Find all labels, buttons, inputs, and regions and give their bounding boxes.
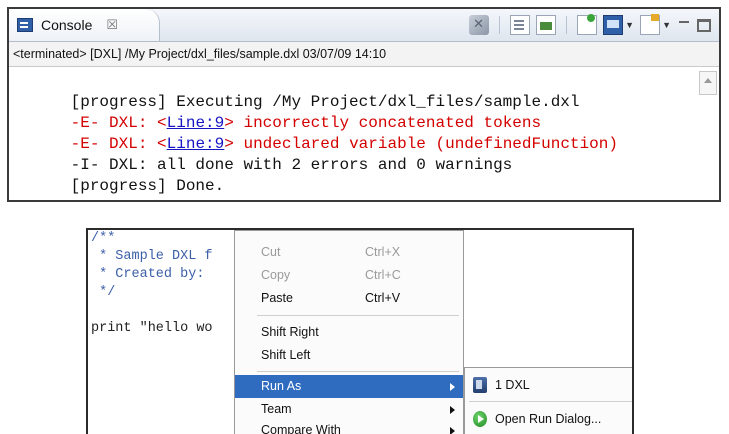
chevron-down-icon[interactable]: ▼ [625,20,634,30]
bracket: > [224,113,234,132]
remove-launch-icon[interactable] [469,15,490,35]
pin-console-icon[interactable] [577,14,598,35]
menu-item-shortcut: Ctrl+C [365,268,401,282]
display-console-icon[interactable] [603,15,624,35]
console-line-text: -E- DXL: [70,113,158,132]
submenu-item-label: 1 DXL [495,378,530,392]
console-description: <terminated> [DXL] /My Project/dxl_files… [9,42,719,67]
console-tab-label: Console [41,17,93,33]
menu-separator [257,371,459,372]
code-line: * Created by: [91,267,205,282]
context-menu: Cut Ctrl+X Copy Ctrl+C Paste Ctrl+V Shif… [234,230,464,434]
menu-item-shift-right[interactable]: Shift Right [235,321,463,344]
menu-item-shift-left[interactable]: Shift Left [235,344,463,367]
console-output[interactable]: [progress] Executing /My Project/dxl_fil… [9,67,719,200]
chevron-down-icon[interactable]: ▼ [662,20,671,30]
submenu-item-dxl[interactable]: 1 DXL [465,372,632,398]
scrollbar[interactable] [699,71,717,95]
line-link[interactable]: Line:9 [167,135,225,153]
dxl-editor[interactable]: /** * Sample DXL f * Created by: */ prin… [86,228,634,434]
console-icon [17,18,33,32]
close-icon[interactable]: ☒ [106,17,118,33]
code-line: print "hello wo [91,321,213,336]
code-area[interactable]: /** * Sample DXL f * Created by: */ prin… [91,230,213,338]
scroll-lock-icon[interactable] [536,15,557,35]
menu-item-label: Paste [261,291,293,305]
bracket: < [157,134,167,153]
console-line: [progress] Executing /My Project/dxl_fil… [13,71,719,111]
console-line-text: undeclared variable (undefinedFunction) [233,134,618,153]
bracket: < [157,113,167,132]
console-line-text: -I- DXL: all done with 2 errors and 0 wa… [70,155,513,174]
maximize-icon[interactable] [697,18,711,32]
run-icon [473,411,487,427]
toolbar-separator [499,16,501,34]
dxl-file-icon [473,377,487,393]
menu-item-label: Copy [261,268,291,282]
line-link[interactable]: Line:9 [167,114,225,132]
console-line-text: -E- DXL: [70,134,158,153]
submenu-item-label: Open Run Dialog... [495,412,602,426]
console-tab-bar: Console ☒ ▼ ▼ [9,9,719,42]
menu-item-label: Team [261,402,292,416]
console-line-text: incorrectly concatenated tokens [233,113,542,132]
menu-separator [469,401,632,402]
menu-item-shortcut: Ctrl+V [365,291,401,305]
menu-item-label: Shift Left [261,348,311,362]
bracket: > [224,134,234,153]
menu-item-team[interactable]: Team [235,398,463,421]
console-line-text: [progress] Done. [70,176,225,195]
submenu-arrow-icon [450,383,455,391]
menu-item-compare-with[interactable]: Compare With [235,419,463,434]
menu-separator [257,315,459,316]
menu-item-label: Compare With [261,423,341,434]
console-line-text: [progress] Executing /My Project/dxl_fil… [70,92,580,111]
menu-item-run-as[interactable]: Run As [235,375,463,398]
menu-item-label: Cut [261,245,281,259]
menu-item-paste[interactable]: Paste Ctrl+V [235,287,463,310]
menu-item-cut[interactable]: Cut Ctrl+X [235,241,463,264]
code-line: /** [91,231,116,246]
minimize-icon[interactable] [677,15,691,35]
menu-item-label: Run As [261,379,302,393]
submenu-item-open-run-dialog[interactable]: Open Run Dialog... [465,406,632,432]
clear-console-icon[interactable] [510,15,531,35]
code-line: * Sample DXL f [91,249,213,264]
console-view: Console ☒ ▼ ▼ <terminated> [DXL] /My Pro… [7,7,721,202]
menu-item-shortcut: Ctrl+X [365,245,401,259]
console-tab[interactable]: Console ☒ [9,9,160,41]
submenu-arrow-icon [450,406,455,414]
toolbar-separator [566,16,568,34]
code-line: */ [91,285,116,300]
console-toolbar: ▼ ▼ [469,13,711,37]
submenu-arrow-icon [450,427,455,434]
menu-item-label: Shift Right [261,325,319,339]
run-as-submenu: 1 DXL Open Run Dialog... [464,367,632,434]
menu-item-copy[interactable]: Copy Ctrl+C [235,264,463,287]
open-console-icon[interactable] [640,14,661,35]
